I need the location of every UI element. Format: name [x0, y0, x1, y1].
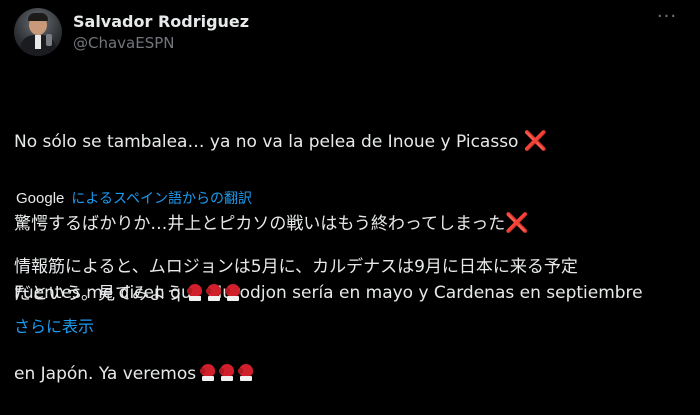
boxing-glove-icon [219, 364, 235, 382]
translated-line-text: だという。見てみよう [14, 284, 183, 304]
avatar[interactable] [14, 8, 62, 56]
author-handle[interactable]: @ChavaESPN [73, 34, 175, 52]
translated-line-text: 驚愕するばかりか…井上とピカソの戦いはもう終わってしまった [14, 214, 506, 234]
translated-text: 驚愕するばかりか…井上とピカソの戦いはもう終わってしまった❌ 情報筋によると、ム… [14, 210, 689, 308]
boxing-glove-icon [205, 284, 221, 302]
show-more-link[interactable]: さらに表示 [14, 313, 94, 337]
translated-line: 驚愕するばかりか…井上とピカソの戦いはもう終わってしまった❌ [14, 210, 689, 237]
tweet-line: No sólo se tambalea… ya no va la pelea d… [14, 128, 689, 155]
tweet-line: en Japón. Ya veremos [14, 361, 689, 388]
boxing-glove-icon [224, 284, 240, 302]
cross-mark-icon: ❌ [523, 130, 548, 152]
translation-source-link[interactable]: によるスペイン語からの翻訳 [71, 188, 252, 208]
translated-line: 情報筋によると、ムロジョンは5月に、カルデナスは9月に日本に来る予定 [14, 254, 689, 281]
google-logo: Google [16, 189, 65, 207]
translation-attribution: Google によるスペイン語からの翻訳 [16, 188, 252, 208]
author-display-name[interactable]: Salvador Rodriguez [73, 12, 249, 31]
more-options-icon[interactable]: ··· [654, 5, 680, 27]
translated-line-text: 情報筋によると、ムロジョンは5月に、カルデナスは9月に日本に来る予定 [14, 257, 578, 277]
boxing-glove-icon [186, 284, 202, 302]
cross-mark-icon: ❌ [505, 212, 529, 234]
boxing-glove-icon [238, 364, 254, 382]
tweet-line-text: No sólo se tambalea… ya no va la pelea d… [14, 132, 519, 152]
tweet-line-text: en Japón. Ya veremos [14, 364, 197, 384]
boxing-glove-icon [200, 364, 216, 382]
translated-line: だという。見てみよう [14, 281, 689, 308]
